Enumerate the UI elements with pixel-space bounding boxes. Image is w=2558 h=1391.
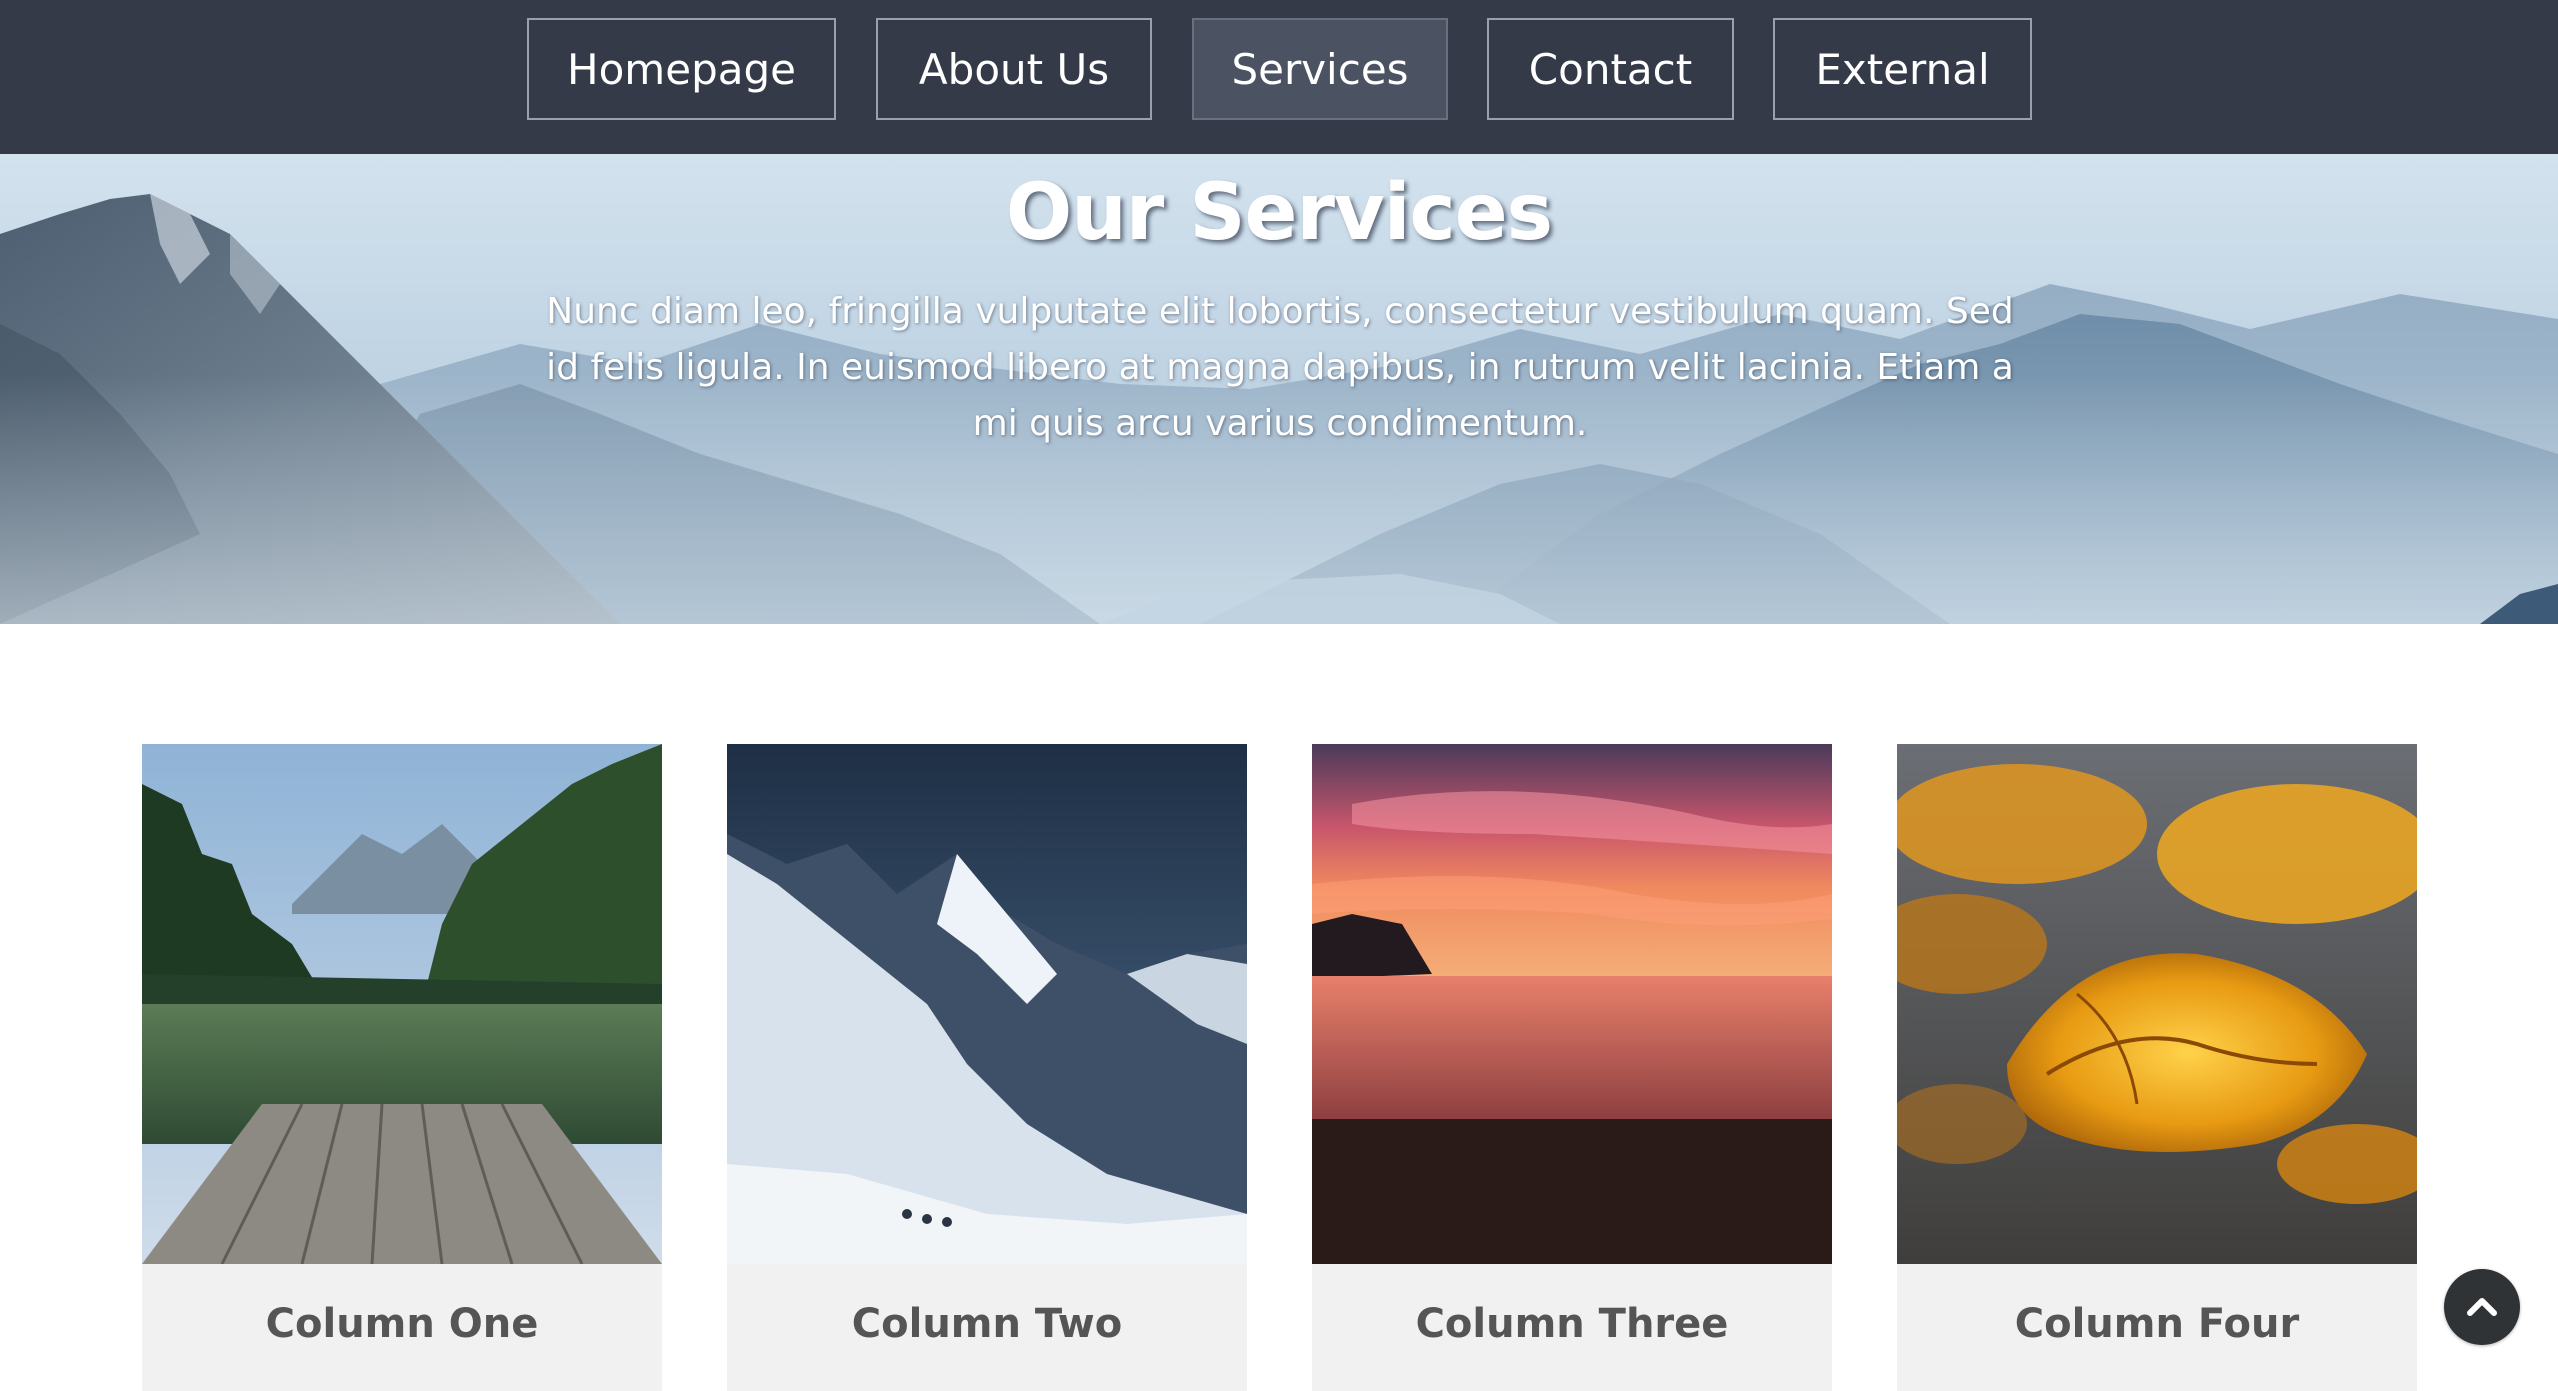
lake-dock-image[interactable] <box>142 744 662 1264</box>
lake-dock-photo <box>142 744 662 1264</box>
column-card: Column Three <box>1312 744 1832 1391</box>
snowy-mountain-image[interactable] <box>727 744 1247 1264</box>
nav-contact[interactable]: Contact <box>1487 18 1734 120</box>
nav-services[interactable]: Services <box>1192 18 1448 120</box>
nav-homepage[interactable]: Homepage <box>527 18 836 120</box>
column-title: Column One <box>142 1264 662 1391</box>
back-to-top-button[interactable] <box>2444 1269 2520 1345</box>
column-card: Column One <box>142 744 662 1391</box>
hero-description: Nunc diam leo, fringilla vulputate elit … <box>546 291 2014 444</box>
page-title: Our Services <box>1005 168 1553 258</box>
column-title: Column Two <box>727 1264 1247 1391</box>
column-card: Column Two <box>727 744 1247 1391</box>
nav-about-us[interactable]: About Us <box>876 18 1152 120</box>
autumn-leaves-photo <box>1897 744 2417 1264</box>
column-card: Column Four <box>1897 744 2417 1391</box>
column-title: Column Three <box>1312 1264 1832 1391</box>
sunset-beach-photo <box>1312 744 1832 1264</box>
top-navigation: Homepage About Us Services Contact Exter… <box>0 0 2558 154</box>
column-title: Column Four <box>1897 1264 2417 1391</box>
hero-banner: Our Services Nunc diam leo, fringilla vu… <box>0 154 2558 624</box>
chevron-up-icon <box>2467 1298 2497 1316</box>
snowy-mountain-photo <box>727 744 1247 1264</box>
nav-external[interactable]: External <box>1773 18 2032 120</box>
sunset-beach-image[interactable] <box>1312 744 1832 1264</box>
autumn-leaves-image[interactable] <box>1897 744 2417 1264</box>
